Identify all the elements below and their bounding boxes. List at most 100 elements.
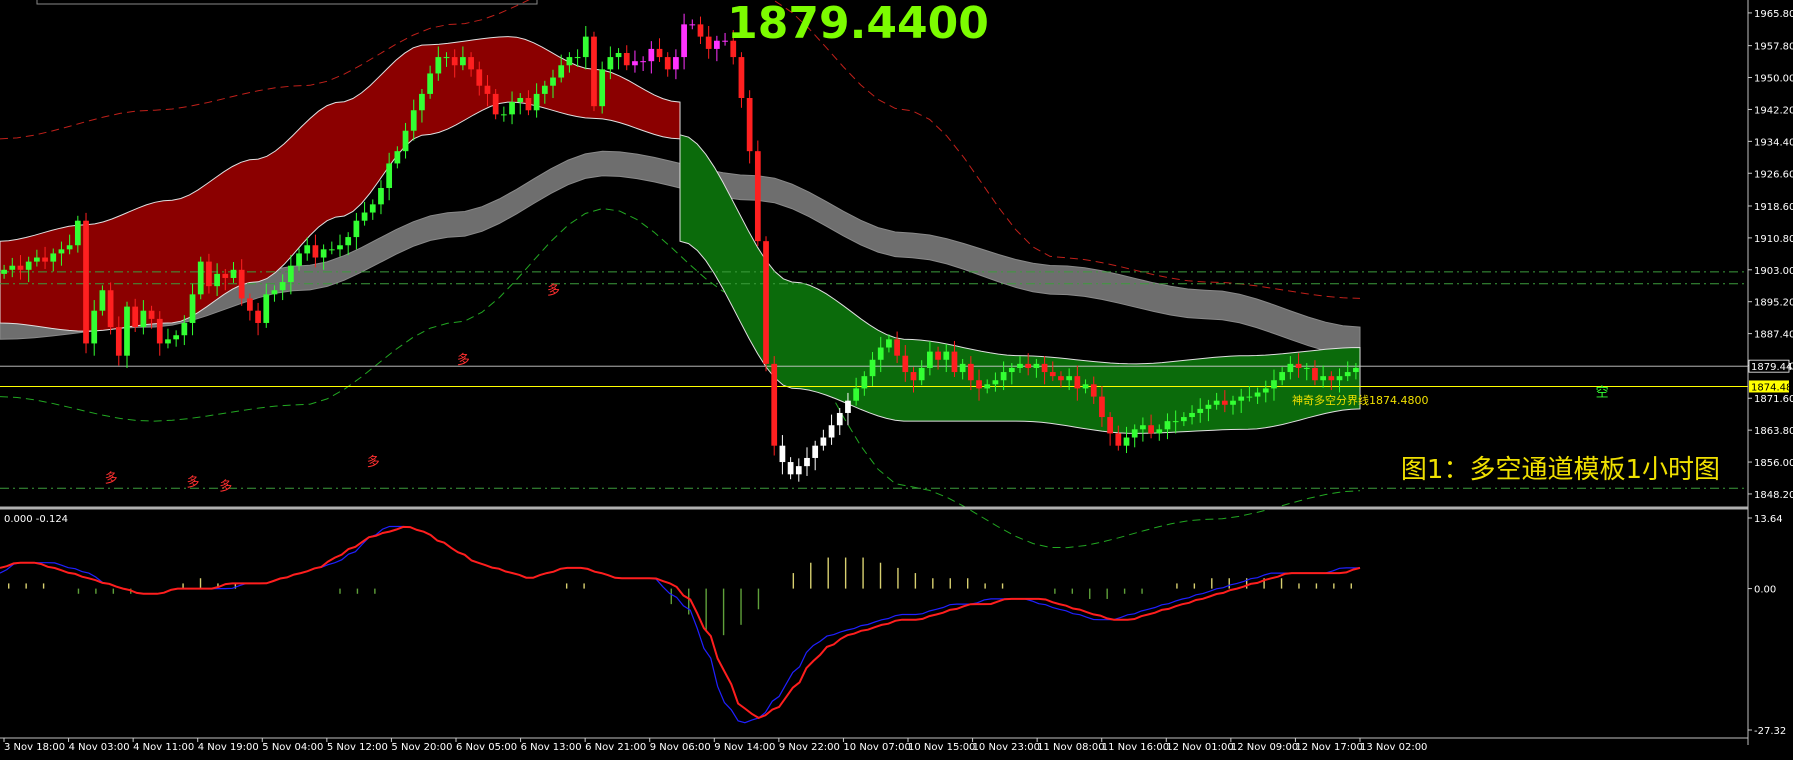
candle-body <box>1287 363 1294 373</box>
candle-body <box>599 69 606 107</box>
candle-body <box>787 462 794 475</box>
candle-body <box>845 400 851 413</box>
price-tick-label: 1942.20 <box>1754 105 1793 116</box>
candle-body <box>34 257 40 262</box>
candle-body <box>705 36 712 49</box>
signal-mark: 多 <box>219 479 232 495</box>
candle-body <box>1131 429 1138 438</box>
candle-body <box>58 249 65 254</box>
candle-body <box>689 24 696 26</box>
candle-body <box>156 318 163 344</box>
candle-body <box>992 380 999 385</box>
signal-mark: 空 <box>1596 386 1609 401</box>
candle-body <box>812 445 819 458</box>
candle-body <box>1279 372 1286 381</box>
candle-body <box>1041 363 1048 373</box>
candle-body <box>279 282 286 291</box>
price-tick-label: 1895.20 <box>1754 298 1793 309</box>
price-tick-label: 1950.00 <box>1754 74 1793 85</box>
price-tick-label: 1863.80 <box>1754 426 1793 437</box>
candle-body <box>247 298 253 311</box>
candle-body <box>1197 408 1204 413</box>
candle-body <box>582 36 589 58</box>
candle-body <box>1082 384 1089 389</box>
price-tick-label: 1934.40 <box>1754 137 1793 148</box>
candle-body <box>189 294 196 323</box>
candle-body <box>1033 363 1040 368</box>
trading-chart[interactable]: 多多多多多多空空空 1879.4400 图1：多空通道模板1小时图 神奇多空分界… <box>0 0 1793 760</box>
candle-body <box>83 220 89 344</box>
candle-body <box>492 93 499 115</box>
macd-tick-label: 0.00 <box>1754 585 1776 596</box>
time-tick-label: 11 Nov 16:00 <box>1102 742 1169 753</box>
candle-body <box>296 253 302 266</box>
candle-body <box>1017 363 1023 368</box>
top-info-box <box>36 0 538 5</box>
candle-body <box>566 57 573 66</box>
price-tick-label: 1871.60 <box>1754 394 1793 405</box>
candle-body <box>148 310 155 319</box>
candle-body <box>984 384 991 389</box>
macd-histogram <box>8 557 1352 636</box>
candle-body <box>697 24 704 37</box>
candle-body <box>853 388 860 401</box>
candle-body <box>476 69 483 86</box>
candle-body <box>1156 429 1163 434</box>
candle-body <box>1320 376 1326 381</box>
candle-body <box>836 412 843 426</box>
time-tick-label: 5 Nov 12:00 <box>327 742 388 753</box>
candle-body <box>1090 384 1097 397</box>
candle-body <box>746 97 753 152</box>
candle-body <box>927 351 933 368</box>
time-tick-label: 4 Nov 19:00 <box>198 742 259 753</box>
time-tick-label: 10 Nov 15:00 <box>908 742 975 753</box>
chart-caption: 图1：多空通道模板1小时图 <box>1401 455 1720 485</box>
candle-body <box>394 151 401 164</box>
candle-body <box>959 363 966 373</box>
price-axis: 1965.80 1957.80 1950.00 1942.20 1934.40 1926.… <box>1748 9 1793 501</box>
time-tick-label: 9 Nov 22:00 <box>779 742 840 753</box>
candle-body <box>443 57 450 59</box>
candle-body <box>66 245 73 250</box>
time-tick-label: 10 Nov 07:00 <box>843 742 910 753</box>
candle-body <box>918 367 925 381</box>
macd-tick-label: -27.32 <box>1754 726 1786 737</box>
time-tick-label: 4 Nov 03:00 <box>69 742 130 753</box>
candle-body <box>1000 372 1007 381</box>
candle-body <box>648 48 655 62</box>
candle-body <box>1025 363 1032 368</box>
candle-body <box>976 380 982 389</box>
candle-body <box>230 269 237 278</box>
candle-body <box>714 40 720 49</box>
signal-line <box>0 525 1361 720</box>
candle-body <box>623 52 630 66</box>
candle-body <box>574 57 581 59</box>
candle-body <box>451 57 458 66</box>
candle-body <box>42 257 48 262</box>
candle-body <box>345 237 352 246</box>
candle-body <box>460 57 466 66</box>
candle-body <box>1254 392 1261 397</box>
time-tick-label: 6 Nov 05:00 <box>456 742 517 753</box>
candle-body <box>312 245 319 258</box>
candle-body <box>935 351 941 360</box>
candle-body <box>206 261 212 287</box>
svg-text:1879.44: 1879.44 <box>1751 362 1792 373</box>
candle-body <box>1213 400 1220 405</box>
time-axis: 3 Nov 18:00 4 Nov 03:00 4 Nov 11:00 4 Nov 1… <box>3 738 1427 753</box>
candle-body <box>140 310 147 328</box>
candle-body <box>337 245 343 250</box>
candle-body <box>664 57 671 70</box>
candle-body <box>25 261 32 270</box>
candle-body <box>754 151 761 242</box>
candle-body <box>607 57 614 70</box>
svg-text:1874.48: 1874.48 <box>1751 382 1792 393</box>
macd-tick-label: 13.64 <box>1754 514 1783 525</box>
candle-body <box>1262 388 1269 393</box>
candle-body <box>320 249 327 258</box>
price-tick-label: 1965.80 <box>1754 9 1793 20</box>
candle-body <box>386 163 393 188</box>
candle-body <box>1123 437 1130 446</box>
candle-body <box>1099 396 1105 418</box>
price-tick-label: 1957.80 <box>1754 42 1793 53</box>
